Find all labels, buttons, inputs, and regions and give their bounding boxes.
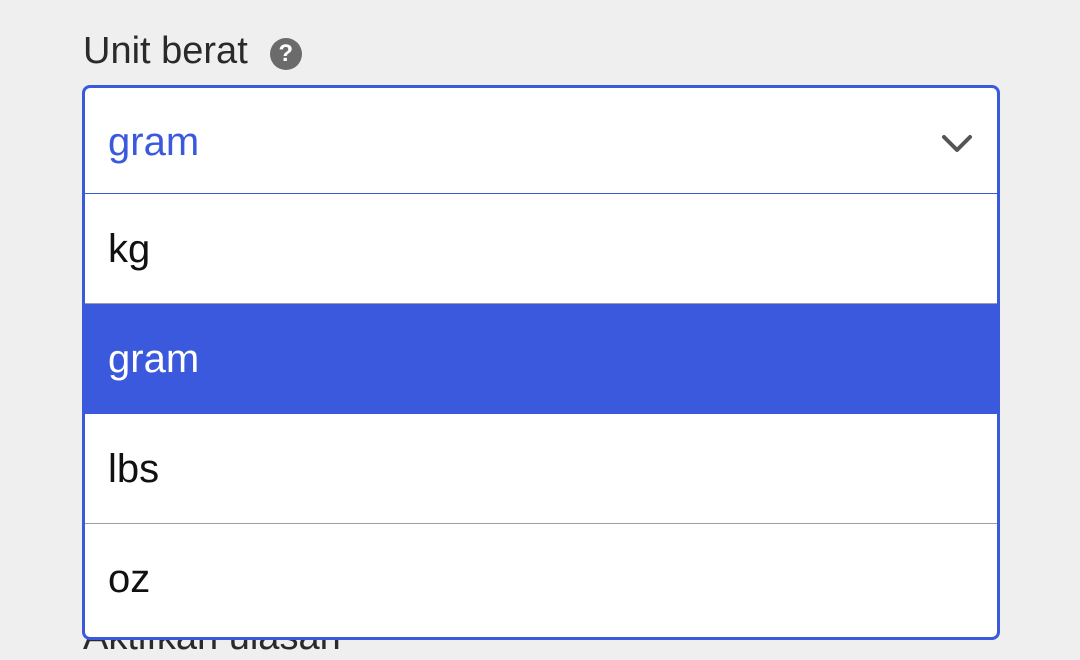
- unit-weight-options: kg gram lbs oz: [82, 193, 1000, 640]
- unit-weight-select[interactable]: gram: [82, 85, 1000, 196]
- option-kg[interactable]: kg: [85, 194, 997, 304]
- chevron-down-icon[interactable]: [941, 134, 973, 154]
- option-label: oz: [108, 557, 151, 601]
- unit-weight-label-row: Unit berat ?: [83, 26, 302, 76]
- option-oz[interactable]: oz: [85, 524, 997, 634]
- question-icon[interactable]: ?: [269, 38, 302, 70]
- selected-value: gram: [108, 120, 200, 164]
- option-label: lbs: [108, 446, 160, 491]
- unit-weight-label: Unit berat: [83, 30, 248, 72]
- option-gram[interactable]: gram: [85, 304, 997, 414]
- option-label: kg: [108, 226, 151, 271]
- option-lbs[interactable]: lbs: [85, 414, 997, 524]
- option-label: gram: [108, 337, 200, 381]
